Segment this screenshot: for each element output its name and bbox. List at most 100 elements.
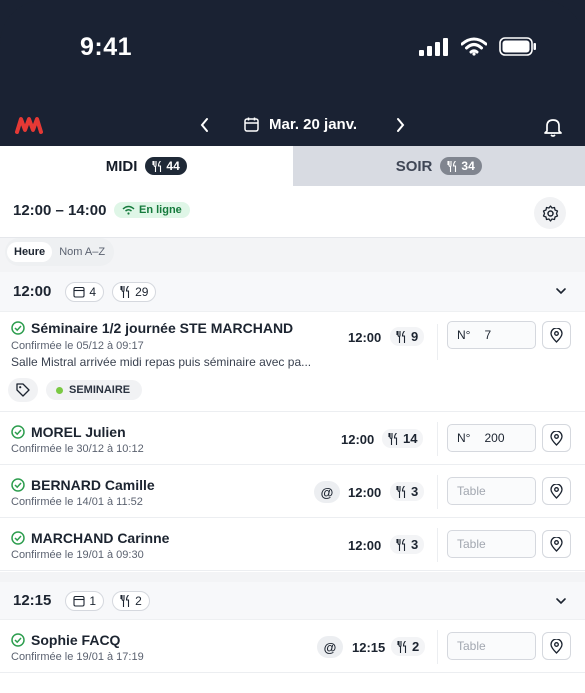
tag-color-dot (56, 386, 63, 394)
current-date[interactable]: Mar. 20 janv. (269, 116, 357, 133)
chevron-down-icon[interactable] (555, 285, 567, 297)
tag-label: SEMINAIRE (69, 384, 131, 396)
column-divider (437, 422, 438, 456)
calendar-icon (73, 595, 85, 607)
sort-toggle: Heure Nom A–Z (5, 238, 115, 266)
confirmation-date: Confirmée le 05/12 à 09:17 (11, 340, 144, 352)
covers-badge: 44 (145, 157, 187, 175)
online-status-badge: En ligne (114, 202, 190, 218)
cutlery-icon (120, 594, 130, 607)
tab-midi[interactable]: MIDI 44 (0, 146, 293, 186)
covers-value: 14 (403, 431, 418, 446)
reservation-time: 12:15 (352, 640, 386, 655)
guest-name: BERNARD Camille (31, 477, 155, 493)
check-circle-icon (11, 478, 25, 492)
location-pin-icon (550, 327, 563, 343)
table-prefix: N° (457, 431, 471, 445)
bookings-count-chip: 4 (65, 281, 105, 302)
covers-count: 29 (135, 284, 149, 299)
reservation-covers: 9 (390, 327, 425, 346)
reservation-time: 12:00 (341, 432, 375, 447)
check-circle-icon (11, 531, 25, 545)
wifi-icon (461, 37, 487, 56)
assign-table-button[interactable] (542, 321, 571, 349)
online-booking-badge: @ (314, 481, 340, 503)
reservation-time: 12:00 (348, 485, 382, 500)
tab-label: MIDI (105, 157, 138, 175)
sort-option-time[interactable]: Heure (7, 242, 53, 262)
table-number-field[interactable]: Table (447, 477, 536, 505)
table-number-field[interactable]: N° 200 (447, 424, 536, 452)
cutlery-icon (397, 640, 407, 653)
reservation-row[interactable]: MARCHAND Carinne Confirmée le 19/01 à 09… (0, 518, 585, 571)
confirmation-date: Confirmée le 30/12 à 10:12 (11, 443, 144, 455)
reservation-name-line: Sophie FACQ (11, 632, 120, 648)
column-divider (437, 475, 438, 509)
wifi-icon (122, 205, 135, 215)
reservation-covers: 3 (390, 535, 425, 554)
group-time: 12:15 (13, 592, 52, 609)
chevron-down-icon[interactable] (555, 595, 567, 607)
service-tabs: MIDI 44 SOIR 34 (0, 146, 585, 186)
sort-option-name[interactable]: Nom A–Z (52, 242, 112, 262)
tab-soir[interactable]: SOIR 34 (292, 146, 585, 186)
location-pin-icon (550, 430, 563, 446)
gear-icon (542, 204, 558, 222)
tag-seminaire: SEMINAIRE (46, 380, 143, 400)
bell-icon[interactable] (543, 117, 563, 137)
covers-count: 2 (135, 593, 142, 608)
online-booking-badge: @ (317, 636, 343, 658)
time-group: 12:15 1 2 Sophie FACQ Confirmée le 19/01… (0, 582, 585, 693)
covers-count-chip: 29 (112, 281, 157, 302)
assign-table-button[interactable] (542, 632, 571, 660)
bookings-count-chip: 1 (65, 590, 105, 611)
reservation-covers: 2 (391, 637, 426, 656)
date-navigator: Mar. 20 janv. (198, 116, 407, 133)
assign-table-button[interactable] (542, 530, 571, 558)
covers-value: 3 (411, 484, 419, 499)
reservation-row[interactable]: BERNARD Camille Confirmée le 14/01 à 11:… (0, 465, 585, 518)
tag-button[interactable] (8, 378, 38, 402)
covers-badge: 34 (440, 157, 482, 175)
covers-value: 9 (411, 329, 419, 344)
app-header: Mar. 20 janv. (0, 104, 585, 148)
table-number-field[interactable]: N° 7 (447, 321, 536, 349)
time-group-header[interactable]: 12:00 4 29 (0, 272, 585, 312)
location-pin-icon (550, 638, 563, 654)
check-circle-icon (11, 633, 25, 647)
service-header: 12:00 – 14:00 En ligne (0, 186, 585, 238)
reservation-time: 12:00 (348, 330, 382, 345)
guest-name: MOREL Julien (31, 424, 126, 440)
reservation-name-line: MARCHAND Carinne (11, 530, 169, 546)
reservation-covers: 3 (390, 482, 425, 501)
assign-table-button[interactable] (542, 424, 571, 452)
assign-table-button[interactable] (542, 477, 571, 505)
reservation-row[interactable]: MOREL Julien Confirmée le 30/12 à 10:12 … (0, 412, 585, 465)
cutlery-icon (396, 330, 406, 343)
table-number-field[interactable]: Table (447, 632, 536, 660)
column-divider (437, 528, 438, 562)
chevron-left-icon[interactable] (198, 117, 212, 133)
status-time: 9:41 (80, 33, 133, 61)
calendar-icon (244, 117, 259, 132)
signal-icon (419, 37, 448, 56)
bookings-count: 4 (89, 284, 97, 299)
location-pin-icon (550, 536, 563, 552)
confirmation-date: Confirmée le 14/01 à 11:52 (11, 496, 143, 508)
time-group: 12:00 4 29 Séminaire 1/2 journée STE MAR… (0, 272, 585, 572)
chevron-right-icon[interactable] (393, 117, 407, 133)
table-number-field[interactable]: Table (447, 530, 536, 558)
covers-count: 44 (166, 159, 180, 173)
time-group-header[interactable]: 12:15 1 2 (0, 582, 585, 620)
cutlery-icon (388, 432, 398, 445)
reservation-row[interactable]: Séminaire 1/2 journée STE MARCHAND Confi… (0, 312, 585, 412)
settings-button[interactable] (534, 197, 566, 229)
reservation-covers: 14 (382, 429, 424, 448)
guest-name: Séminaire 1/2 journée STE MARCHAND (31, 320, 294, 336)
reservation-tags: SEMINAIRE (8, 378, 143, 402)
table-prefix: N° (457, 328, 471, 342)
online-status-label: En ligne (139, 204, 182, 216)
reservation-row[interactable]: Sophie FACQ Confirmée le 19/01 à 17:19 @… (0, 620, 585, 673)
cutlery-icon (152, 160, 162, 172)
covers-count: 34 (461, 159, 475, 173)
